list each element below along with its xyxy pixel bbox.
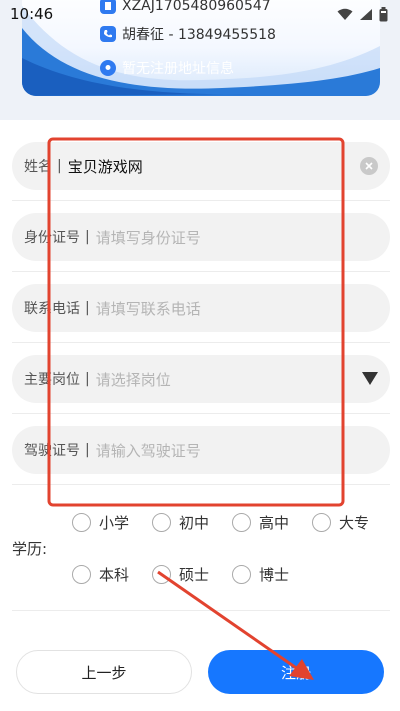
divider [12, 271, 390, 272]
radio-doctorate[interactable]: 博士 [232, 564, 289, 585]
id-card-field[interactable]: 身份证号 | 请填写身份证号 [12, 213, 390, 261]
name-separator: | [57, 158, 62, 174]
card-address-row: 暂无注册地址信息 [100, 58, 234, 78]
phone-separator: | [85, 300, 90, 316]
card-address: 暂无注册地址信息 [122, 61, 234, 77]
id-card-input[interactable]: 请填写身份证号 [96, 227, 201, 248]
position-separator: | [85, 371, 90, 387]
id-card-separator: | [85, 229, 90, 245]
radio-label: 初中 [179, 514, 210, 532]
position-label: 主要岗位 [24, 372, 80, 388]
divider [12, 610, 390, 611]
radio-label: 小学 [99, 514, 130, 532]
wifi-icon [337, 8, 353, 20]
license-field[interactable]: 驾驶证号 | 请输入驾驶证号 [12, 426, 390, 474]
name-field[interactable]: 姓名 | 宝贝游戏网 [12, 142, 390, 190]
divider [12, 342, 390, 343]
radio-circle[interactable] [72, 565, 91, 584]
radio-label: 本科 [99, 566, 130, 584]
name-label: 姓名 [24, 159, 52, 175]
radio-label: 博士 [259, 566, 290, 584]
radio-label: 大专 [339, 514, 370, 532]
id-card-label: 身份证号 [24, 230, 80, 246]
radio-junior-high[interactable]: 初中 [152, 512, 209, 533]
phone-input[interactable]: 请填写联系电话 [96, 298, 201, 319]
radio-circle[interactable] [152, 565, 171, 584]
radio-circle[interactable] [312, 513, 331, 532]
radio-bachelor[interactable]: 本科 [72, 564, 129, 585]
divider [12, 200, 390, 201]
radio-primary-school[interactable]: 小学 [72, 512, 129, 533]
divider [12, 413, 390, 414]
battery-icon [379, 6, 388, 21]
license-separator: | [85, 442, 90, 458]
radio-circle[interactable] [232, 513, 251, 532]
clear-icon[interactable] [360, 157, 378, 175]
status-time: 10:46 [10, 5, 54, 23]
radio-circle[interactable] [232, 565, 251, 584]
radio-circle[interactable] [72, 513, 91, 532]
license-input[interactable]: 请输入驾驶证号 [96, 440, 201, 461]
status-icons [337, 6, 388, 22]
education-label: 学历: [12, 540, 48, 558]
signal-icon [360, 8, 372, 20]
name-value[interactable]: 宝贝游戏网 [68, 156, 143, 177]
chevron-down-icon[interactable] [362, 372, 378, 385]
prev-step-button[interactable]: 上一步 [16, 650, 192, 694]
phone-field[interactable]: 联系电话 | 请填写联系电话 [12, 284, 390, 332]
license-label: 驾驶证号 [24, 443, 80, 459]
radio-circle[interactable] [152, 513, 171, 532]
radio-label: 硕士 [179, 566, 210, 584]
position-input[interactable]: 请选择岗位 [96, 369, 171, 390]
location-icon [100, 60, 116, 76]
radio-master[interactable]: 硕士 [152, 564, 209, 585]
position-select[interactable]: 主要岗位 | 请选择岗位 [12, 355, 390, 403]
radio-senior-high[interactable]: 高中 [232, 512, 289, 533]
radio-college[interactable]: 大专 [312, 512, 369, 533]
status-bar: 10:46 [0, 0, 400, 28]
register-button[interactable]: 注册 [208, 650, 384, 694]
phone-icon [100, 26, 116, 42]
divider [12, 484, 390, 485]
radio-label: 高中 [259, 514, 290, 532]
phone-label: 联系电话 [24, 301, 80, 317]
